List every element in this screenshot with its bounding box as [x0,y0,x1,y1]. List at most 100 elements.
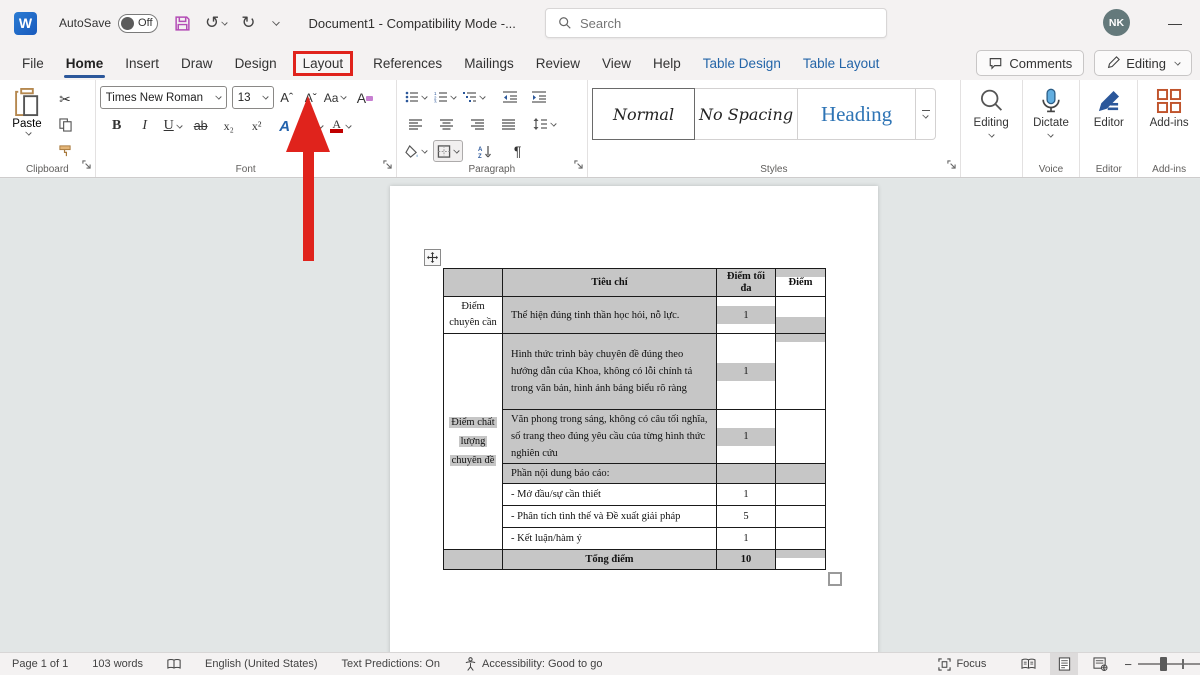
autosave-control[interactable]: AutoSave Off [59,14,158,33]
align-right-button[interactable] [467,113,489,135]
avatar[interactable]: NK [1103,9,1130,36]
criteria-cell[interactable]: Văn phong trong sáng, không có câu tối n… [503,410,717,464]
tab-layout[interactable]: Layout [293,51,354,76]
tab-review[interactable]: Review [534,52,582,75]
italic-button[interactable]: I [134,115,156,137]
comments-button[interactable]: Comments [976,50,1084,76]
copy-button[interactable] [54,114,76,136]
minimize-button[interactable]: — [1160,12,1190,34]
page-count[interactable]: Page 1 of 1 [0,653,80,675]
focus-mode-button[interactable]: Focus [926,653,998,675]
search-box[interactable] [545,8,887,38]
paragraph-dialog-launcher[interactable] [574,156,583,174]
style-no-spacing[interactable]: No Spacing [695,88,798,140]
bullets-button[interactable] [405,86,427,108]
tab-design[interactable]: Design [233,52,279,75]
footer-empty-cell[interactable] [444,550,503,570]
group-cell[interactable]: Điểm chuyên cần [444,297,503,334]
line-spacing-button[interactable] [533,113,556,135]
score-cell[interactable] [776,464,826,484]
word-app-icon[interactable]: W [14,12,37,35]
max-cell[interactable] [717,464,776,484]
editing-mode-button[interactable]: Editing [1094,50,1192,76]
font-size-combo[interactable]: 13 [232,86,274,109]
bold-button[interactable]: B [106,115,128,137]
shading-button[interactable] [405,140,427,162]
score-cell[interactable] [776,410,826,464]
redo-button[interactable]: ↻ [241,13,255,33]
score-cell[interactable] [776,334,826,410]
document-page[interactable]: Tiêu chí Điểm tối đa Điểm Điểm chuyên cầ… [390,186,878,652]
superscript-button[interactable]: x² [246,115,268,137]
editing-button[interactable]: Editing [965,86,1018,137]
underline-button[interactable]: U [162,115,184,137]
max-cell[interactable]: 1 [717,410,776,464]
criteria-cell[interactable]: Hình thức trình bày chuyên đề đúng theo … [503,334,717,410]
zoom-out-button[interactable]: − [1124,657,1132,672]
document-canvas[interactable]: Tiêu chí Điểm tối đa Điểm Điểm chuyên cầ… [0,179,1200,652]
max-cell[interactable]: 1 [717,297,776,334]
justify-button[interactable] [498,113,520,135]
tab-home[interactable]: Home [64,52,106,75]
header-criteria-cell[interactable]: Tiêu chí [503,269,717,297]
strikethrough-button[interactable]: ab [190,115,212,137]
cut-button[interactable]: ✂ [54,88,76,110]
align-center-button[interactable] [436,113,458,135]
evaluation-table[interactable]: Tiêu chí Điểm tối đa Điểm Điểm chuyên cầ… [443,268,826,570]
table-move-handle[interactable] [424,249,441,266]
sort-button[interactable]: AZ [475,140,497,162]
tab-view[interactable]: View [600,52,633,75]
score-cell[interactable] [776,550,826,570]
header-empty-cell[interactable] [444,269,503,297]
show-hide-marks-button[interactable]: ¶ [507,140,529,162]
decrease-indent-button[interactable] [500,86,522,108]
web-layout-button[interactable] [1086,653,1114,675]
accessibility-status[interactable]: Accessibility: Good to go [452,653,614,675]
editor-button[interactable]: Editor [1084,86,1133,129]
criteria-cell[interactable]: Phần nội dung báo cáo: [503,464,717,484]
max-cell[interactable]: 1 [717,334,776,410]
score-cell[interactable] [776,506,826,528]
borders-button[interactable] [433,140,463,162]
read-mode-button[interactable] [1014,653,1042,675]
font-color-button[interactable]: A [330,115,352,137]
group-cell[interactable]: Điểm chấtlượngchuyên đề [444,334,503,550]
tab-draw[interactable]: Draw [179,52,215,75]
text-predictions-status[interactable]: Text Predictions: On [330,653,452,675]
increase-indent-button[interactable] [529,86,551,108]
tab-references[interactable]: References [371,52,444,75]
tab-help[interactable]: Help [651,52,683,75]
tab-file[interactable]: File [20,52,46,75]
table-resize-handle[interactable] [828,572,842,586]
style-heading[interactable]: Heading [798,88,916,140]
zoom-slider[interactable] [1138,663,1200,665]
font-name-combo[interactable]: Times New Roman [100,86,227,109]
addins-button[interactable]: Add-ins [1142,86,1196,129]
multilevel-list-button[interactable] [463,86,485,108]
criteria-cell[interactable]: - Mở đầu/sự cần thiết [503,484,717,506]
score-cell[interactable] [776,528,826,550]
clear-formatting-button[interactable]: A [354,87,376,109]
undo-button[interactable]: ↺ [205,13,227,33]
autosave-toggle[interactable]: Off [118,14,158,33]
header-score-cell[interactable]: Điểm [776,269,826,297]
save-button[interactable] [174,15,191,32]
max-cell[interactable]: 1 [717,484,776,506]
format-painter-button[interactable] [54,140,76,162]
styles-gallery-more-button[interactable] [916,88,936,140]
tab-insert[interactable]: Insert [123,52,161,75]
clipboard-dialog-launcher[interactable] [82,156,91,174]
zoom-slider-handle[interactable] [1160,657,1167,671]
header-max-cell[interactable]: Điểm tối đa [717,269,776,297]
zoom-control[interactable]: − [1124,657,1200,672]
max-cell[interactable]: 1 [717,528,776,550]
styles-dialog-launcher[interactable] [947,156,956,174]
align-left-button[interactable] [405,113,427,135]
customize-quick-access-button[interactable] [270,19,279,27]
font-dialog-launcher[interactable] [383,156,392,174]
word-count[interactable]: 103 words [80,653,155,675]
style-normal[interactable]: Normal [592,88,695,140]
numbering-button[interactable]: 123 [434,86,456,108]
tab-table-layout[interactable]: Table Layout [801,52,882,75]
proofing-status[interactable] [155,653,193,675]
